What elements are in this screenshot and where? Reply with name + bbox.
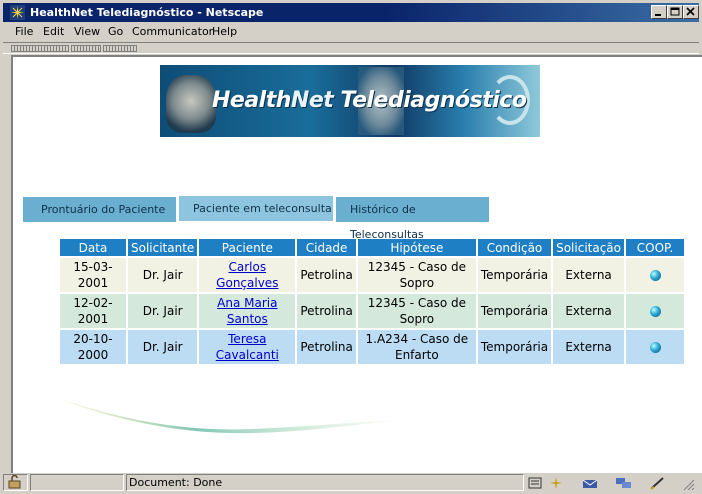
resize-grip-icon[interactable]	[678, 476, 696, 490]
col-hipotese-header[interactable]: Hipótese	[357, 239, 476, 256]
close-button[interactable]	[683, 5, 699, 19]
progress-panel	[30, 474, 124, 491]
teleconsulta-table: Data Solicitante Paciente Cidade Hipótes…	[58, 237, 686, 366]
col-data-header[interactable]: Data	[60, 239, 126, 256]
collapsed-toolbars	[3, 42, 699, 54]
menu-go[interactable]: Go	[108, 23, 123, 41]
cell-solicitacao: Externa	[553, 258, 625, 292]
cell-coop	[626, 258, 685, 292]
security-panel[interactable]	[3, 474, 28, 491]
cell-solicitacao: Externa	[553, 294, 625, 328]
tab-historico[interactable]: Histórico de Teleconsultas	[336, 197, 490, 241]
netscape-app-icon	[10, 5, 25, 20]
coop-ball-icon[interactable]	[649, 342, 661, 353]
cell-hipotese: 1.A234 - Caso de Enfarto	[357, 330, 476, 364]
toolbar-grip-personal[interactable]	[103, 45, 137, 52]
cell-coop	[626, 294, 685, 328]
menu-edit[interactable]: Edit	[43, 23, 64, 41]
close-icon	[686, 7, 695, 16]
cell-coop	[626, 330, 685, 364]
mail-icon[interactable]	[581, 476, 599, 490]
doctor-photo	[166, 75, 216, 133]
cell-hipotese: 12345 - Caso de Sopro	[357, 258, 476, 292]
status-text: Document: Done	[126, 474, 524, 491]
menu-communicator[interactable]: Communicator	[132, 23, 213, 41]
cell-cidade: Petrolina	[297, 330, 356, 364]
minimize-button[interactable]	[651, 5, 667, 19]
cell-condicao: Temporária	[477, 258, 552, 292]
cell-condicao: Temporária	[477, 330, 552, 364]
tab-prontuario[interactable]: Prontuário do Paciente	[23, 197, 177, 222]
coop-ball-icon[interactable]	[649, 270, 661, 281]
maximize-icon	[670, 7, 680, 16]
cell-paciente: Carlos Gonçalves	[199, 258, 296, 292]
col-solicitante-header[interactable]: Solicitante	[128, 239, 198, 256]
toolbar-grip-navigation[interactable]	[11, 45, 69, 52]
security-lock-icon	[8, 474, 21, 489]
cell-condicao: Temporária	[477, 294, 552, 328]
healthnet-banner: HealthNet Telediagnóstico	[160, 65, 540, 137]
table-row: 12-02-2001 Dr. Jair Ana Maria Santos Pet…	[60, 294, 685, 328]
cell-hipotese: 12345 - Caso de Sopro	[357, 294, 476, 328]
toolbar-grip-location[interactable]	[71, 45, 101, 52]
navigator-icon[interactable]	[547, 476, 565, 490]
window-title: HealthNet Telediagnóstico - Netscape	[30, 6, 264, 19]
table-row: 20-10-2000 Dr. Jair Teresa Cavalcanti Pe…	[60, 330, 685, 364]
cell-solicitacao: Externa	[553, 330, 625, 364]
brand-net: Net	[290, 88, 334, 113]
title-bar[interactable]: HealthNet Telediagnóstico - Netscape	[3, 3, 699, 22]
table-row: 15-03-2001 Dr. Jair Carlos Gonçalves Pet…	[60, 258, 685, 292]
col-paciente-header[interactable]: Paciente	[199, 239, 296, 256]
maximize-button[interactable]	[667, 5, 683, 19]
menu-file[interactable]: File	[15, 23, 33, 41]
cell-cidade: Petrolina	[297, 294, 356, 328]
brand-telediagnostico: Telediagnóstico	[333, 88, 527, 113]
cell-data: 15-03-2001	[60, 258, 126, 292]
patient-link[interactable]: Ana Maria Santos	[217, 296, 277, 326]
col-coop-header[interactable]: COOP.	[626, 239, 685, 256]
cell-paciente: Teresa Cavalcanti	[199, 330, 296, 364]
menu-view[interactable]: View	[74, 23, 100, 41]
cell-solicitante: Dr. Jair	[128, 258, 198, 292]
col-cidade-header[interactable]: Cidade	[297, 239, 356, 256]
cell-data: 20-10-2000	[60, 330, 126, 364]
brand-health: Health	[212, 88, 291, 113]
brand-logo-text: HealthNet Telediagnóstico	[212, 88, 527, 113]
minimize-icon	[655, 14, 661, 16]
coop-ball-icon[interactable]	[649, 306, 661, 317]
patient-link[interactable]: Carlos Gonçalves	[216, 260, 278, 290]
decorative-swoosh	[58, 398, 398, 434]
tab-paciente-teleconsulta[interactable]: Paciente em teleconsulta	[179, 196, 334, 221]
table-header-row: Data Solicitante Paciente Cidade Hipótes…	[60, 239, 685, 256]
status-bar: Document: Done	[3, 473, 699, 492]
page-status-icon[interactable]	[527, 476, 545, 490]
menu-bar: File Edit View Go Communicator Help	[3, 23, 699, 41]
cell-solicitante: Dr. Jair	[128, 294, 198, 328]
col-condicao-header[interactable]: Condição	[477, 239, 552, 256]
cell-solicitante: Dr. Jair	[128, 330, 198, 364]
cell-data: 12-02-2001	[60, 294, 126, 328]
col-solicitacao-header[interactable]: Solicitação	[553, 239, 625, 256]
cell-paciente: Ana Maria Santos	[199, 294, 296, 328]
discussion-icon[interactable]	[615, 476, 633, 490]
browser-window: HealthNet Telediagnóstico - Netscape Fil…	[0, 0, 702, 494]
composer-icon[interactable]	[649, 476, 667, 490]
patient-link[interactable]: Teresa Cavalcanti	[216, 332, 279, 362]
menu-help[interactable]: Help	[212, 23, 237, 41]
cell-cidade: Petrolina	[297, 258, 356, 292]
page-content: HealthNet Telediagnóstico Prontuário do …	[11, 55, 702, 473]
